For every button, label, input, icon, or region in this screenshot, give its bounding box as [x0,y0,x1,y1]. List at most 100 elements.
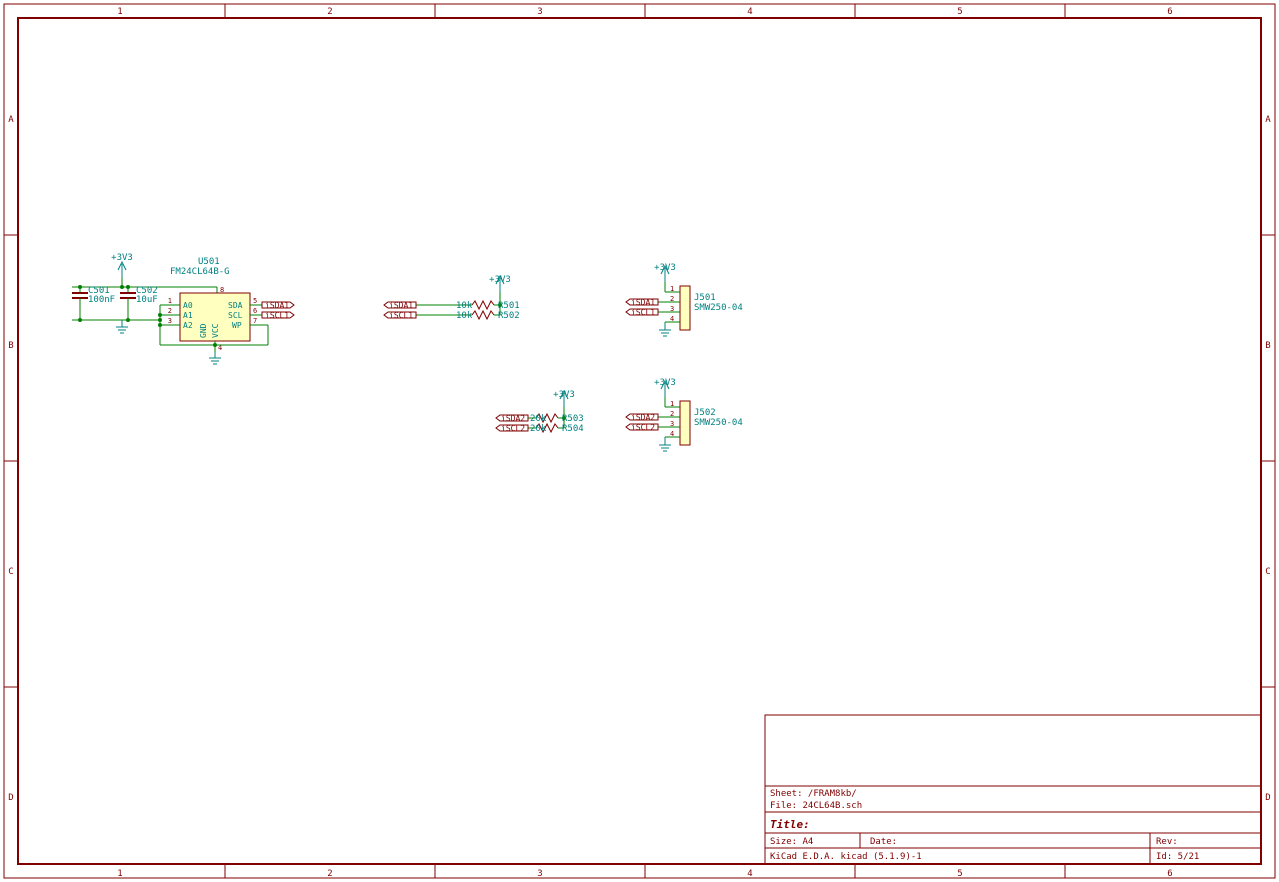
svg-text:Size: A4: Size: A4 [770,837,813,847]
svg-text:2: 2 [168,307,172,315]
gnd-symbol [116,320,128,333]
net-iscl1-r: iSCL1 [384,311,416,320]
gnd-j502 [659,437,671,451]
net-iscl2-r: iSCL2 [496,424,528,433]
svg-text:KiCad E.D.A. kicad (5.1.9)-1: KiCad E.D.A. kicad (5.1.9)-1 [770,852,922,862]
gnd-j501 [659,322,671,336]
svg-text:D: D [1265,793,1270,803]
svg-text:B: B [1265,341,1270,351]
svg-text:4: 4 [670,315,674,323]
svg-text:2: 2 [327,7,332,17]
svg-text:D: D [8,793,13,803]
svg-text:A1: A1 [183,311,193,320]
svg-text:Title:: Title: [770,818,810,831]
pullups-i2c2: +3V3 R503 20k R504 20k iSDA2 iSCL2 [496,390,584,434]
ic-u501: U501 FM24CL64B-G 1 A0 2 A1 3 A2 4 GND 8 … [158,257,294,364]
svg-text:U501: U501 [198,257,220,267]
power-3v3-r2: +3V3 [553,390,575,407]
pullups-i2c1: +3V3 R501 10k R502 10k iSDA1 iSCL1 [384,275,520,321]
svg-text:SMW250-04: SMW250-04 [694,303,743,313]
svg-text:6: 6 [1167,869,1172,879]
cap-c501: C501 100nF [72,286,115,320]
net-isda1-j: iSDA1 [626,298,658,307]
svg-text:iSDA1: iSDA1 [389,301,413,310]
svg-text:3: 3 [168,317,172,325]
net-isda2-r: iSDA2 [496,414,528,423]
svg-text:R504: R504 [562,424,584,434]
svg-text:1: 1 [670,400,674,408]
svg-text:A2: A2 [183,321,193,330]
net-isda2-j: iSDA2 [626,413,658,422]
svg-text:8: 8 [220,286,224,294]
svg-text:6: 6 [1167,7,1172,17]
svg-text:Sheet: /FRAM8kb/: Sheet: /FRAM8kb/ [770,789,857,799]
svg-text:4: 4 [670,430,674,438]
res-r502: R502 10k [416,311,520,321]
svg-text:+3V3: +3V3 [654,263,676,273]
svg-text:7: 7 [253,317,257,325]
svg-text:5: 5 [253,297,257,305]
net-iscl1-u501: iSCL1 [262,311,294,320]
svg-text:iSDA2: iSDA2 [501,414,525,423]
conn-j502: +3V3 J502 SMW250-04 1 2 3 4 iSDA2 iSCL2 [626,378,743,451]
svg-text:R501: R501 [498,301,520,311]
svg-text:iSDA1: iSDA1 [631,298,655,307]
svg-text:+3V3: +3V3 [111,253,133,263]
ruler-horizontal: 1 2 3 4 5 6 1 2 3 4 5 6 [117,4,1172,879]
svg-text:5: 5 [957,869,962,879]
svg-text:+3V3: +3V3 [654,378,676,388]
svg-text:C: C [8,567,13,577]
svg-text:20k: 20k [530,424,547,434]
svg-text:C: C [1265,567,1270,577]
svg-text:iSDA2: iSDA2 [631,413,655,422]
svg-text:6: 6 [253,307,257,315]
svg-text:1: 1 [117,7,122,17]
svg-text:+3V3: +3V3 [553,390,575,400]
svg-text:3: 3 [670,305,674,313]
power-3v3-j501: +3V3 [654,263,676,282]
net-iscl1-j: iSCL1 [626,308,658,317]
svg-text:iSCL1: iSCL1 [631,308,655,317]
svg-text:A: A [8,115,14,125]
svg-text:100nF: 100nF [88,295,115,305]
svg-text:SDA: SDA [228,301,243,310]
title-block: Sheet: /FRAM8kb/ File: 24CL64B.sch Title… [765,715,1261,864]
svg-text:J501: J501 [694,293,716,303]
svg-text:GND: GND [199,323,208,338]
svg-text:20k: 20k [530,414,547,424]
power-3v3-caps: +3V3 [111,253,133,278]
res-r501: R501 10k [416,301,520,311]
svg-text:Date:: Date: [870,837,897,847]
svg-text:Id: 5/21: Id: 5/21 [1156,852,1199,862]
svg-text:VCC: VCC [211,323,220,338]
svg-text:1: 1 [168,297,172,305]
schematic-sheet: 1 2 3 4 5 6 1 2 3 4 5 6 A B C D A B C D [0,0,1279,882]
svg-text:4: 4 [747,869,752,879]
svg-text:iSCL1: iSCL1 [265,311,289,320]
svg-text:+3V3: +3V3 [489,275,511,285]
svg-text:File: 24CL64B.sch: File: 24CL64B.sch [770,801,862,811]
svg-text:2: 2 [327,869,332,879]
svg-text:FM24CL64B-G: FM24CL64B-G [170,267,230,277]
svg-text:Rev:: Rev: [1156,837,1178,847]
net-isda1-u501: iSDA1 [262,301,294,310]
net-iscl2-j: iSCL2 [626,423,658,432]
conn-j501: +3V3 J501 SMW250-04 1 2 3 4 iSDA1 iSCL1 [626,263,743,336]
svg-text:R503: R503 [562,414,584,424]
svg-text:10k: 10k [456,311,473,321]
svg-text:iSCL1: iSCL1 [389,311,413,320]
svg-text:SMW250-04: SMW250-04 [694,418,743,428]
ruler-vertical: A B C D A B C D [4,115,1275,803]
svg-text:4: 4 [747,7,752,17]
svg-text:A0: A0 [183,301,193,310]
svg-text:3: 3 [670,420,674,428]
svg-text:2: 2 [670,410,674,418]
svg-text:iSDA1: iSDA1 [265,301,289,310]
svg-text:1: 1 [670,285,674,293]
cap-c502: C502 10uF [120,286,158,320]
res-r504: R504 20k [528,424,584,434]
svg-text:3: 3 [537,869,542,879]
svg-text:10k: 10k [456,301,473,311]
svg-text:5: 5 [957,7,962,17]
svg-text:SCL: SCL [228,311,243,320]
